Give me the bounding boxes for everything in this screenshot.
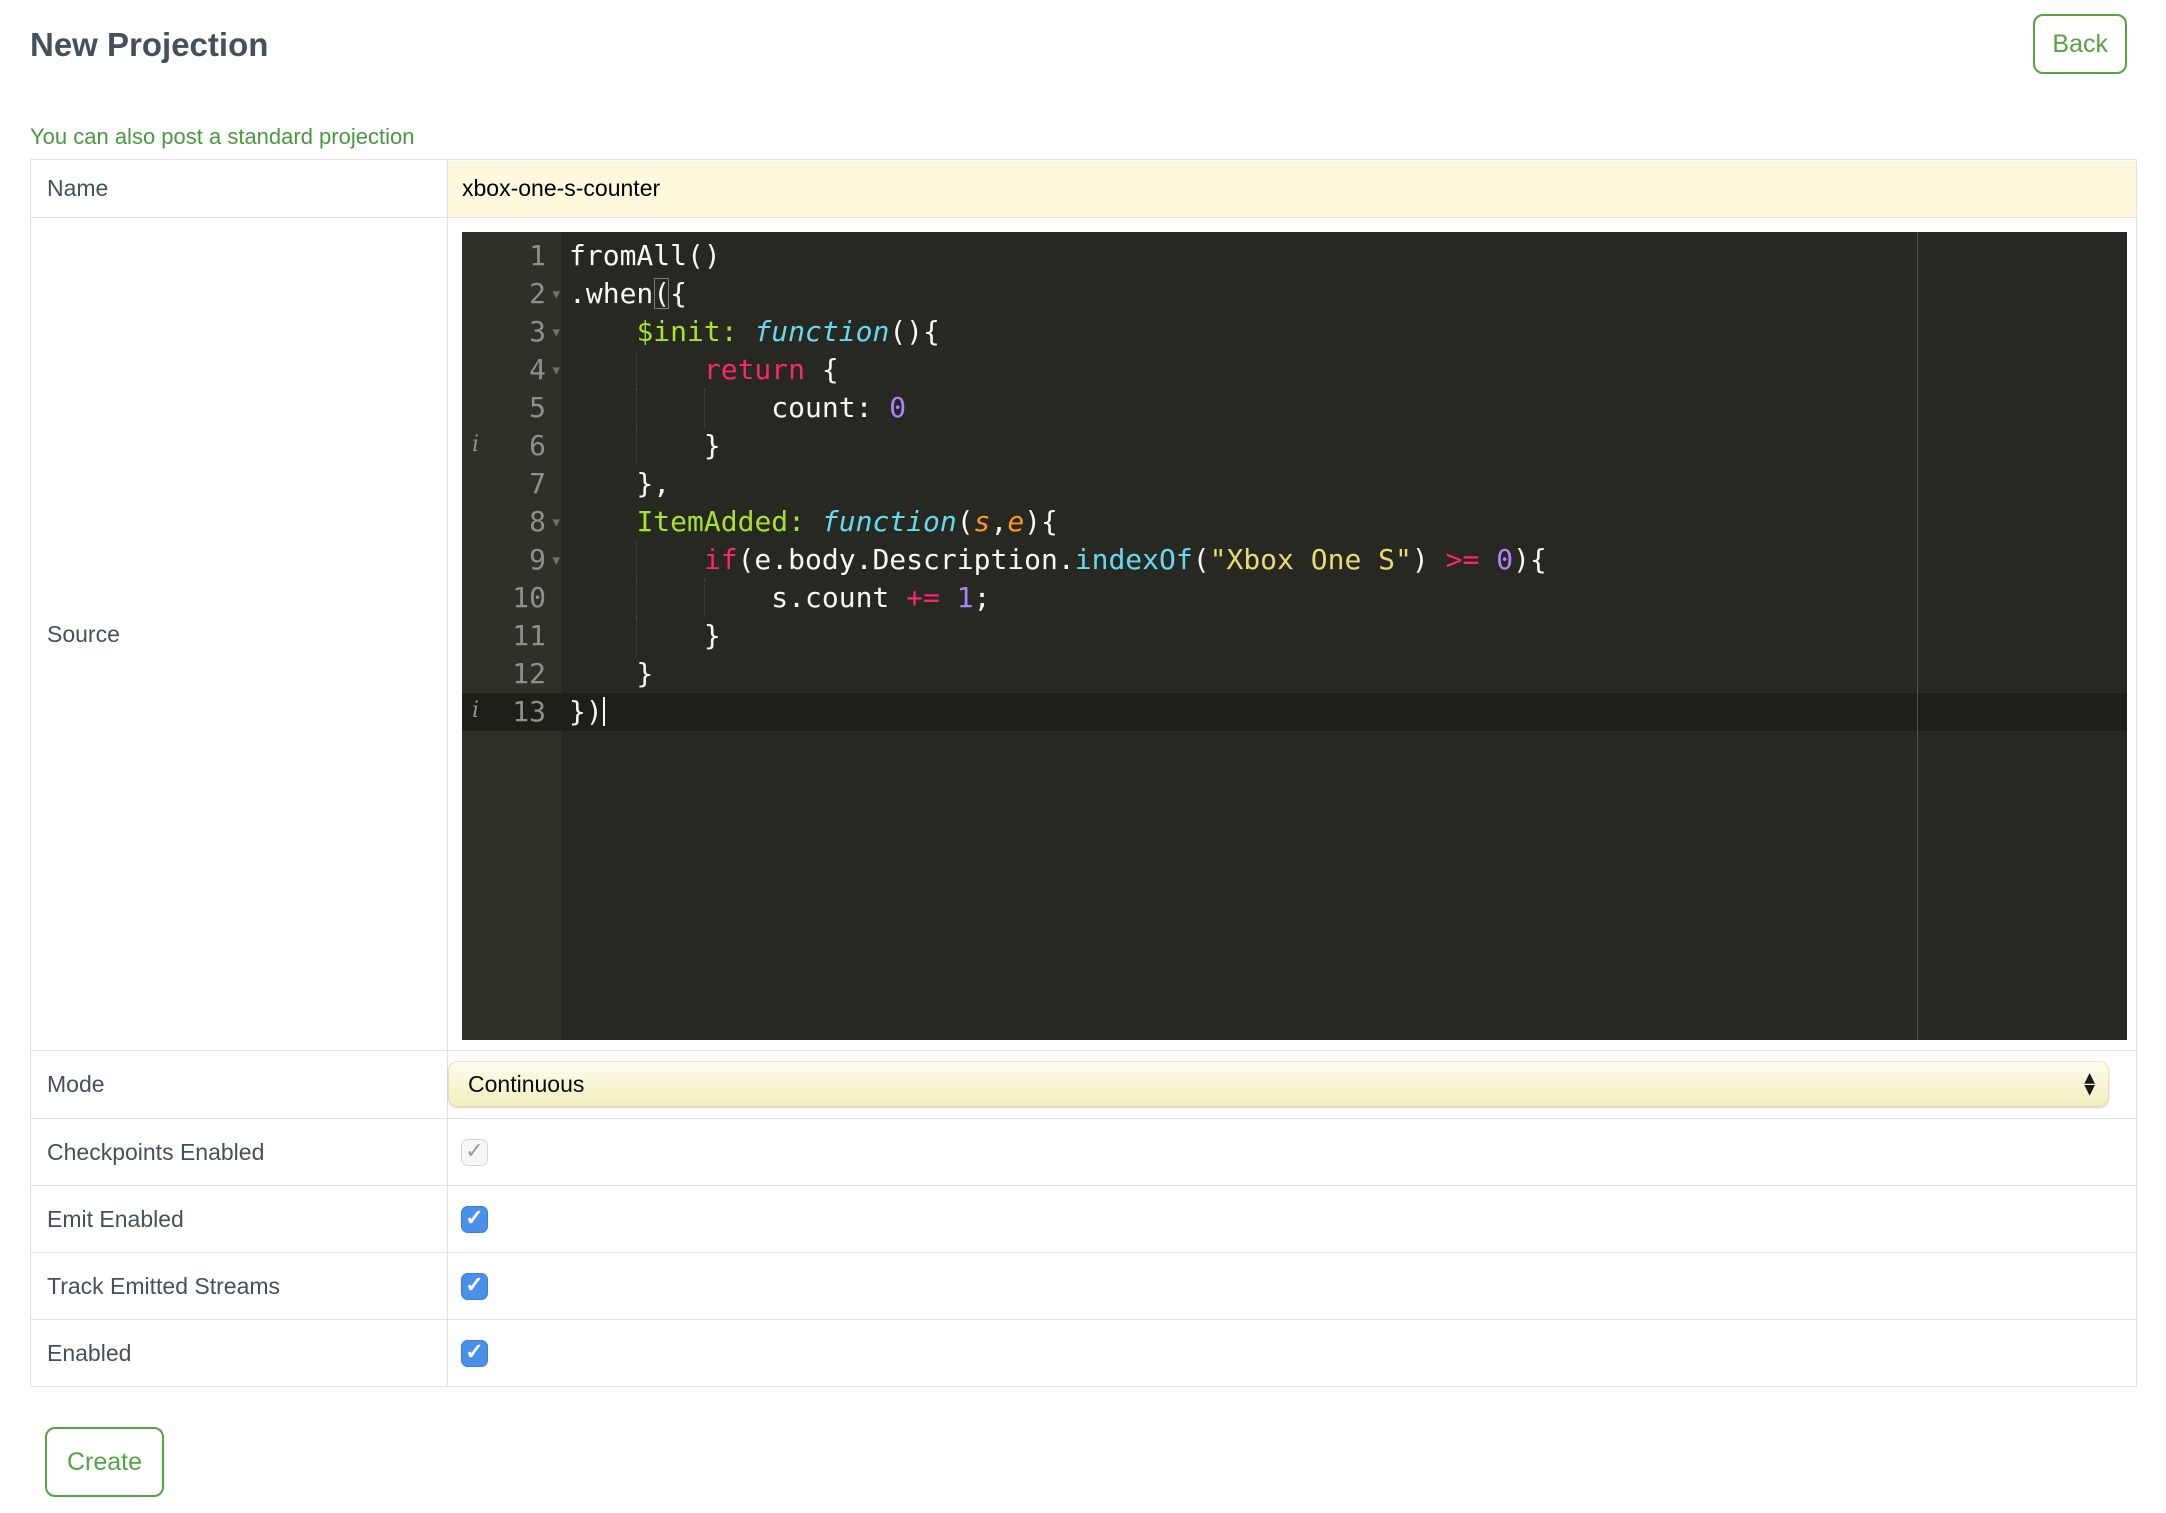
enabled-row: Enabled ✓ bbox=[30, 1319, 2137, 1387]
gutter-line-number: 10 bbox=[512, 581, 546, 614]
track-cell: ✓ bbox=[447, 1252, 2137, 1320]
check-icon: ✓ bbox=[465, 1339, 484, 1364]
source-label: Source bbox=[30, 217, 448, 1051]
editor-lines[interactable]: fromAll() .when({ $init: function(){ retu… bbox=[561, 232, 2127, 1040]
code-line[interactable]: count: 0 bbox=[561, 389, 2127, 427]
emit-row: Emit Enabled ✓ bbox=[30, 1185, 2137, 1253]
standard-projection-link[interactable]: You can also post a standard projection bbox=[30, 124, 414, 150]
gutter-line-number: i6 bbox=[472, 429, 546, 462]
source-row: Source 1 2 ▾ 3 ▾ 4 ▾ 5 i 6 7 8 ▾ 9 ▾ 10 11 12 i 13 fromAll(… bbox=[30, 217, 2137, 1051]
gutter-line-number: 1 bbox=[529, 239, 546, 272]
gutter-line-number: 8 ▾ bbox=[462, 503, 561, 541]
code-line[interactable]: fromAll() bbox=[561, 237, 2127, 275]
enabled-label: Enabled bbox=[30, 1319, 448, 1387]
mode-row: Mode Continuous ▲ ▼ bbox=[30, 1050, 2137, 1119]
fold-toggle-icon[interactable]: ▾ bbox=[552, 313, 560, 351]
gutter-line-number: 4 ▾ bbox=[462, 351, 561, 389]
check-icon: ✓ bbox=[465, 1138, 484, 1163]
source-code-editor[interactable]: 1 2 ▾ 3 ▾ 4 ▾ 5 i 6 7 8 ▾ 9 ▾ 10 11 12 i 13 fromAll() .when(… bbox=[462, 232, 2127, 1040]
fold-toggle-icon[interactable]: ▾ bbox=[552, 275, 560, 313]
gutter-line-number: 12 bbox=[512, 657, 546, 690]
checkpoints-cell: ✓ bbox=[447, 1118, 2137, 1186]
emit-label: Emit Enabled bbox=[30, 1185, 448, 1253]
print-margin-line bbox=[1917, 232, 1918, 1040]
code-line[interactable]: } bbox=[561, 427, 2127, 465]
create-button[interactable]: Create bbox=[45, 1427, 165, 1497]
checkpoints-enabled-checkbox: ✓ bbox=[461, 1138, 488, 1166]
code-line[interactable]: } bbox=[561, 617, 2127, 655]
check-icon: ✓ bbox=[465, 1205, 484, 1230]
editor-gutter: 1 2 ▾ 3 ▾ 4 ▾ 5 i 6 7 8 ▾ 9 ▾ 10 11 12 i 13 bbox=[462, 232, 561, 1040]
back-button[interactable]: Back bbox=[2033, 14, 2127, 74]
track-row: Track Emitted Streams ✓ bbox=[30, 1252, 2137, 1320]
mode-cell: Continuous ▲ ▼ bbox=[447, 1050, 2137, 1119]
check-icon: ✓ bbox=[465, 1272, 484, 1297]
name-input[interactable] bbox=[448, 160, 2136, 217]
page-header: New Projection Back bbox=[0, 0, 2166, 74]
code-line[interactable]: return { bbox=[561, 351, 2127, 389]
emit-enabled-checkbox[interactable]: ✓ bbox=[461, 1205, 488, 1233]
gutter-line-number: 7 bbox=[529, 467, 546, 500]
mode-select[interactable]: Continuous ▲ ▼ bbox=[448, 1061, 2109, 1107]
code-line[interactable]: s.count += 1; bbox=[561, 579, 2127, 617]
checkpoints-label: Checkpoints Enabled bbox=[30, 1118, 448, 1186]
track-label: Track Emitted Streams bbox=[30, 1252, 448, 1320]
text-cursor bbox=[602, 697, 605, 726]
fold-toggle-icon[interactable]: ▾ bbox=[552, 541, 560, 579]
gutter-line-number: i 13 bbox=[462, 693, 561, 731]
info-annotation-icon: i bbox=[472, 698, 480, 723]
gutter-line-number: 11 bbox=[512, 619, 546, 652]
code-line[interactable]: if(e.body.Description.indexOf("Xbox One … bbox=[561, 541, 2127, 579]
code-line[interactable]: ItemAdded: function(s,e){ bbox=[561, 503, 2127, 541]
gutter-line-number: 3 ▾ bbox=[462, 313, 561, 351]
select-arrows-icon: ▲ ▼ bbox=[2084, 1070, 2095, 1098]
emit-cell: ✓ bbox=[447, 1185, 2137, 1253]
mode-label: Mode bbox=[30, 1050, 448, 1119]
checkpoints-row: Checkpoints Enabled ✓ bbox=[30, 1118, 2137, 1186]
mode-select-value: Continuous bbox=[468, 1070, 585, 1097]
page-title: New Projection bbox=[30, 26, 269, 63]
code-line[interactable]: }) bbox=[561, 693, 2127, 731]
enabled-cell: ✓ bbox=[447, 1319, 2137, 1387]
gutter-line-number: 2 ▾ bbox=[462, 275, 561, 313]
fold-toggle-icon[interactable]: ▾ bbox=[552, 503, 560, 541]
name-row: Name bbox=[30, 159, 2137, 218]
code-line[interactable]: $init: function(){ bbox=[561, 313, 2127, 351]
gutter-line-number: 5 bbox=[529, 391, 546, 424]
gutter-line-number: 9 ▾ bbox=[462, 541, 561, 579]
name-cell bbox=[447, 159, 2137, 218]
code-line[interactable]: } bbox=[561, 655, 2127, 693]
info-annotation-icon: i bbox=[472, 432, 480, 457]
track-emitted-streams-checkbox[interactable]: ✓ bbox=[461, 1272, 488, 1300]
code-line[interactable]: }, bbox=[561, 465, 2127, 503]
fold-toggle-icon[interactable]: ▾ bbox=[552, 351, 560, 389]
name-label: Name bbox=[30, 159, 448, 218]
enabled-checkbox[interactable]: ✓ bbox=[461, 1339, 488, 1367]
source-cell: 1 2 ▾ 3 ▾ 4 ▾ 5 i 6 7 8 ▾ 9 ▾ 10 11 12 i 13 fromAll() .when(… bbox=[447, 217, 2137, 1051]
projection-form-table: Name Source 12▾3▾4▾5 i6 78▾9▾10 11 12i13 fro… bbox=[30, 159, 2137, 1387]
code-line[interactable]: .when({ bbox=[561, 275, 2127, 313]
